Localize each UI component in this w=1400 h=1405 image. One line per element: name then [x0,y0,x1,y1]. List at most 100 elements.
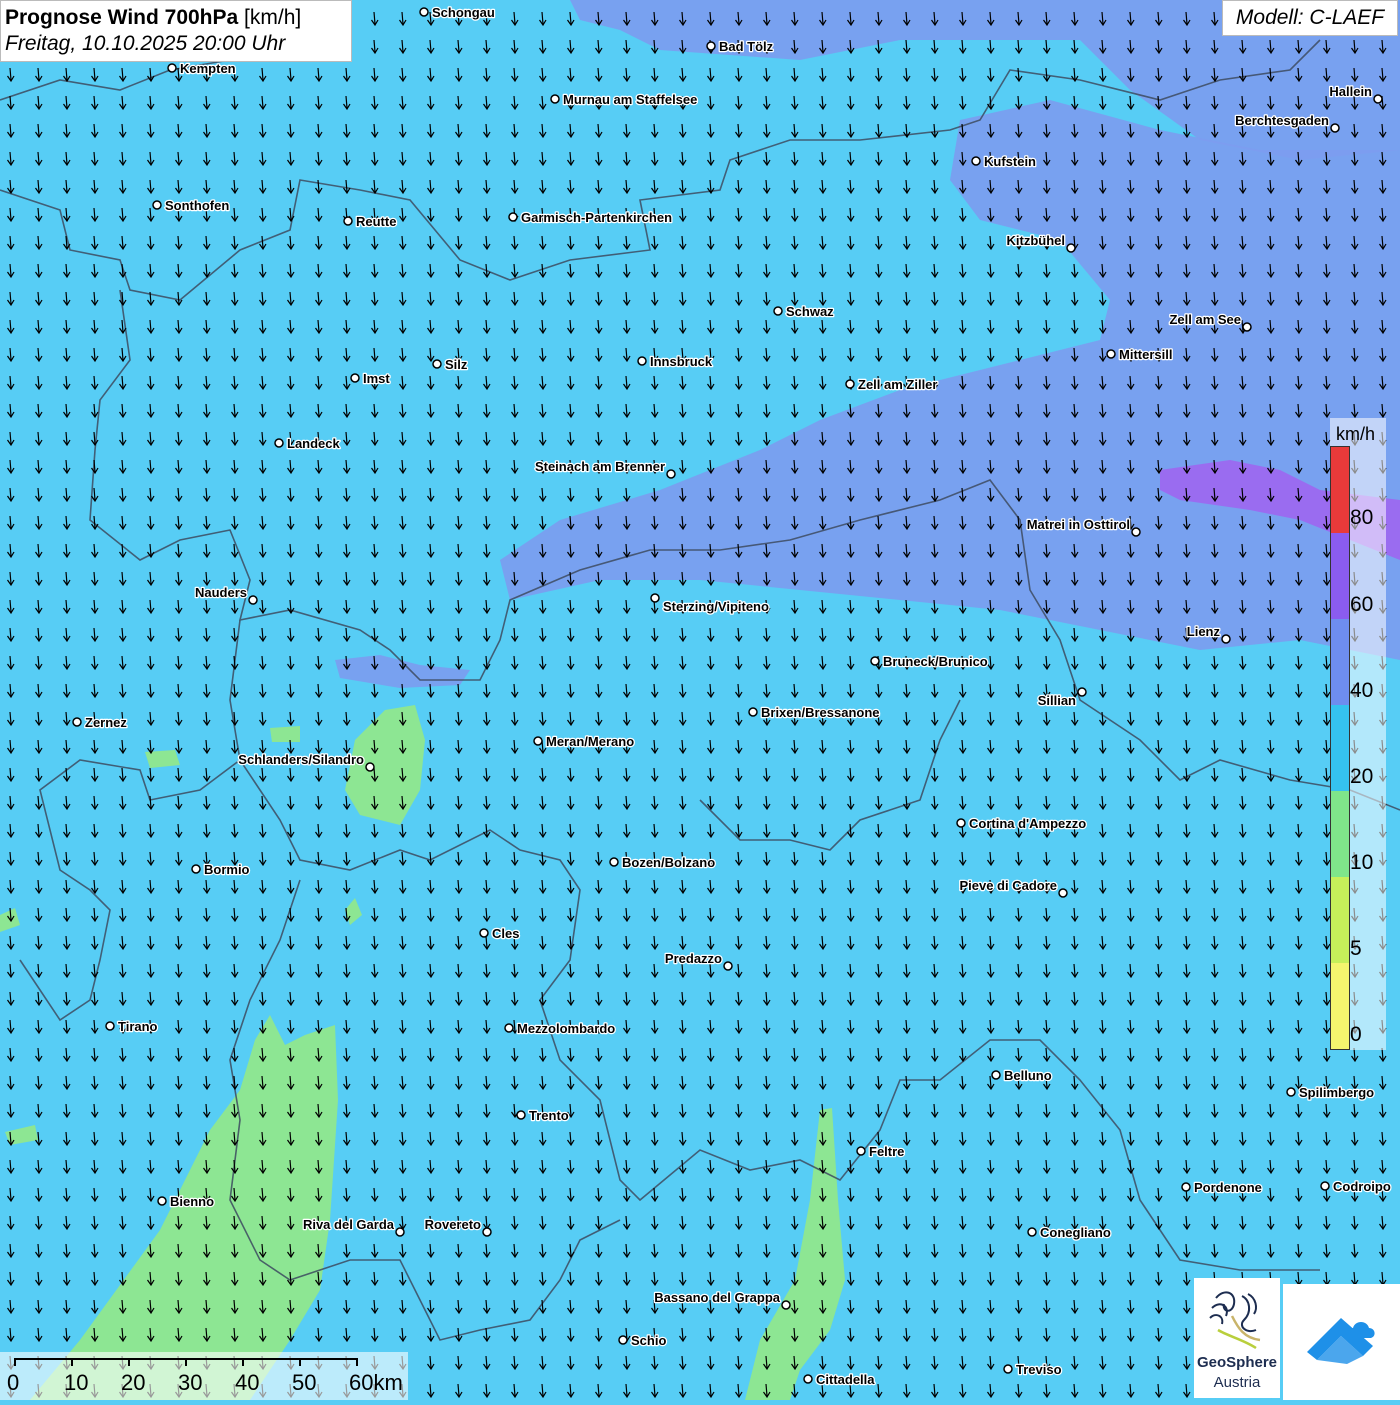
city-label: Schio [631,1333,666,1348]
city-dot [1243,323,1251,331]
scale-label: 60km [349,1370,403,1396]
city-dot [871,657,879,665]
wind-map: SchongauKemptenBad TölzMurnau am Staffel… [0,0,1400,1400]
legend-label: 0 [1350,1023,1362,1047]
city-dot [158,1197,166,1205]
legend-label: 5 [1350,937,1362,961]
city-dot [344,217,352,225]
city-label: Trento [529,1108,569,1123]
city-dot [1182,1183,1190,1191]
city-label: Sonthofen [165,198,229,213]
city-label: Bozen/Bolzano [622,855,715,870]
city-dot [1004,1365,1012,1373]
legend-unit: km/h [1336,424,1375,445]
city-dot [749,708,757,716]
city-label: Treviso [1016,1362,1062,1377]
city-marker: Bozen/Bolzano [610,855,715,870]
scale-tick [14,1358,16,1366]
city-marker: Sonthofen [153,198,229,213]
legend-color-segment [1331,533,1349,619]
city-marker: Cortina d'Ampezzo [957,816,1086,831]
city-label: Steinach am Brenner [535,459,665,474]
city-dot [638,357,646,365]
scale-label: 20 [121,1370,145,1396]
city-dot [106,1022,114,1030]
city-dot [480,929,488,937]
city-label: Rovereto [425,1217,481,1232]
city-marker: Mezzolombardo [505,1021,615,1036]
city-dot [782,1301,790,1309]
legend-color-segment [1331,963,1349,1049]
logo-name-line2: Austria [1194,1374,1280,1391]
legend-label: 40 [1350,679,1373,703]
city-label: Landeck [287,436,341,451]
scale-tick [185,1358,187,1366]
city-label: Spilimbergo [1299,1085,1374,1100]
city-dot [1374,95,1382,103]
city-dot [804,1375,812,1383]
map-title-main: Prognose Wind 700hPa [5,6,238,29]
legend-label: 20 [1350,765,1373,789]
city-label: Kufstein [984,154,1036,169]
city-label: Bienno [170,1194,214,1209]
city-dot [957,819,965,827]
city-dot [396,1228,404,1236]
city-dot [1059,889,1067,897]
city-dot [509,213,517,221]
city-label: Silz [445,357,468,372]
city-dot [707,42,715,50]
city-label: Schlanders/Silandro [238,752,364,767]
city-dot [351,374,359,382]
city-marker: Bruneck/Brunico [871,654,988,669]
scale-tick [242,1358,244,1366]
legend-color-segment [1331,619,1349,705]
city-label: Bad Tölz [719,39,774,54]
city-dot [73,718,81,726]
app-logo-icon [1283,1284,1400,1400]
city-dot [366,763,374,771]
city-label: Meran/Merano [546,734,634,749]
city-label: Nauders [195,585,247,600]
scale-tick [128,1358,130,1366]
city-dot [551,95,559,103]
weather-app-logo [1283,1284,1400,1400]
legend-color-segment [1331,791,1349,877]
scale-tick [356,1358,358,1366]
city-label: Reutte [356,214,396,229]
geosphere-logo-icon [1194,1278,1280,1354]
city-label: Lienz [1187,624,1221,639]
scale-label: 0 [7,1370,19,1396]
city-label: Cles [492,926,519,941]
legend-color-segment [1331,877,1349,963]
city-label: Schwaz [786,304,834,319]
legend-color-segment [1331,447,1349,533]
city-dot [433,360,441,368]
city-dot [774,307,782,315]
city-dot [846,380,854,388]
city-label: Tirano [118,1019,158,1034]
scale-label: 40 [235,1370,259,1396]
city-dot [857,1147,865,1155]
legend-colorbar [1330,446,1350,1050]
wind-band-10-20-small2 [270,726,300,742]
city-label: Zell am See [1169,312,1241,327]
city-dot [153,201,161,209]
city-label: Schongau [432,5,495,20]
city-marker: Conegliano [1028,1225,1111,1240]
city-dot [651,594,659,602]
city-dot [1107,350,1115,358]
city-label: Pordenone [1194,1180,1262,1195]
city-label: Belluno [1004,1068,1052,1083]
city-label: Cittadella [816,1372,875,1387]
city-label: Imst [363,371,390,386]
city-label: Garmisch-Partenkirchen [521,210,672,225]
scale-tick [299,1358,301,1366]
city-dot [1028,1228,1036,1236]
city-label: Zell am Ziller [858,377,937,392]
city-marker: Garmisch-Partenkirchen [509,210,672,225]
city-label: Predazzo [665,951,722,966]
city-dot [1287,1088,1295,1096]
city-dot [610,858,618,866]
city-dot [275,439,283,447]
city-dot [483,1228,491,1236]
